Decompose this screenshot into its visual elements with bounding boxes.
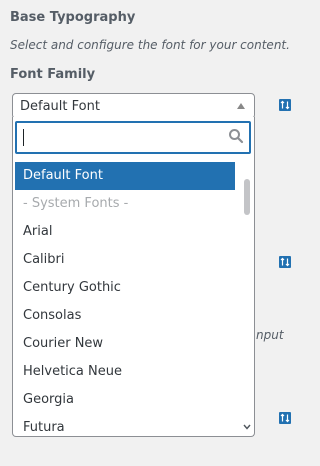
font-family-select-value: Default Font <box>20 99 100 114</box>
option-georgia[interactable]: Georgia <box>15 386 235 414</box>
search-input[interactable] <box>25 126 215 148</box>
dropdown-scrollbar[interactable] <box>243 161 251 436</box>
text-caret <box>23 129 24 146</box>
background-partial-text: nput <box>256 328 284 342</box>
option-group-system-fonts: - System Fonts - <box>23 196 129 211</box>
arrows-up-down-icon[interactable] <box>279 99 291 111</box>
option-courier-new[interactable]: Courier New <box>15 330 235 358</box>
option-helvetica-neue[interactable]: Helvetica Neue <box>15 358 235 386</box>
option-arial[interactable]: Arial <box>15 218 235 246</box>
section-title: Base Typography <box>10 10 136 25</box>
chevron-up-icon <box>237 103 245 109</box>
option-calibri[interactable]: Calibri <box>15 246 235 274</box>
section-description: Select and configure the font for your c… <box>10 38 290 52</box>
scrollbar-thumb[interactable] <box>244 179 250 215</box>
font-family-dropdown: Default Font - System Fonts - Arial Cali… <box>12 117 255 437</box>
font-family-label: Font Family <box>10 67 96 82</box>
option-futura[interactable]: Futura <box>15 414 235 436</box>
arrows-up-down-icon[interactable] <box>279 412 291 424</box>
font-family-select[interactable]: Default Font <box>12 93 255 119</box>
arrows-up-down-icon[interactable] <box>279 256 291 268</box>
chevron-down-icon[interactable] <box>243 424 251 430</box>
option-century-gothic[interactable]: Century Gothic <box>15 274 235 302</box>
option-consolas[interactable]: Consolas <box>15 302 235 330</box>
search-field[interactable] <box>15 121 251 154</box>
options-list: Default Font - System Fonts - Arial Cali… <box>15 162 235 436</box>
search-icon <box>229 129 244 144</box>
option-default-font[interactable]: Default Font <box>15 162 235 190</box>
